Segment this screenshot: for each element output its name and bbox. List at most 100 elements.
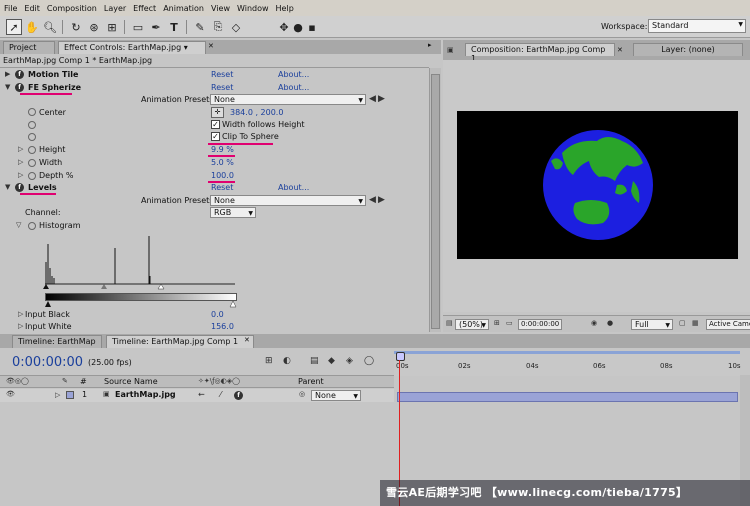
resolution-select[interactable]: Full: [631, 319, 673, 330]
reset-button[interactable]: Reset: [211, 83, 233, 92]
label-color-swatch[interactable]: [66, 391, 74, 399]
preset-prev-icon[interactable]: ◀: [369, 94, 376, 104]
text-tool-icon[interactable]: T: [166, 19, 182, 35]
pen-tool-icon[interactable]: ✒: [148, 19, 164, 35]
close-icon[interactable]: ✕: [244, 336, 250, 344]
pickwhip-icon[interactable]: ◎: [299, 390, 305, 398]
current-time-field[interactable]: 0:00:00:00: [518, 319, 562, 330]
collapse-triangle-icon[interactable]: ▽: [16, 221, 21, 229]
menu-layer[interactable]: Layer: [104, 4, 126, 13]
animation-presets-select[interactable]: None: [210, 94, 366, 105]
zoom-tool-icon[interactable]: 🔍︎: [42, 19, 58, 35]
region-of-interest-icon[interactable]: ▢: [679, 319, 686, 327]
zoom-select[interactable]: (50%): [455, 319, 489, 330]
width-value[interactable]: 5.0 %: [211, 158, 234, 167]
lock-icon[interactable]: ▣: [447, 46, 454, 54]
col-source-name[interactable]: Source Name: [104, 377, 158, 386]
always-preview-icon[interactable]: ▤: [446, 319, 453, 327]
selection-tool-icon[interactable]: ➚: [6, 19, 22, 35]
about-button[interactable]: About...: [278, 70, 309, 79]
menu-effect[interactable]: Effect: [133, 4, 156, 13]
stopwatch-icon[interactable]: [28, 133, 36, 141]
workspace-select[interactable]: Standard: [648, 19, 746, 33]
crosshair-icon[interactable]: ✛: [211, 107, 224, 118]
snapshot-icon[interactable]: ◉: [591, 319, 597, 327]
tab-timeline-earthmap[interactable]: Timeline: EarthMap: [12, 335, 102, 348]
live-update-icon[interactable]: ◐: [283, 356, 291, 366]
menu-composition[interactable]: Composition: [47, 4, 97, 13]
fx-icon[interactable]: f: [15, 83, 24, 92]
about-button[interactable]: About...: [278, 183, 309, 192]
tab-timeline-comp[interactable]: Timeline: EarthMap.jpg Comp 1: [106, 335, 254, 348]
menu-window[interactable]: Window: [237, 4, 269, 13]
menu-file[interactable]: File: [4, 4, 17, 13]
draft-3d-icon[interactable]: ▤: [310, 356, 319, 366]
reset-button[interactable]: Reset: [211, 70, 233, 79]
stopwatch-icon[interactable]: [28, 172, 36, 180]
collapse-triangle-icon[interactable]: ▼: [5, 83, 10, 91]
tab-project[interactable]: Project: [3, 41, 55, 54]
layer-row[interactable]: 👁︎ ▷ 1 ▣ EarthMap.jpg ⇜ ⁄ f ◎ None: [0, 389, 394, 402]
close-icon[interactable]: ✕: [617, 46, 623, 54]
expand-triangle-icon[interactable]: ▶: [5, 70, 10, 78]
layer-name[interactable]: EarthMap.jpg: [115, 390, 176, 399]
pan-behind-tool-icon[interactable]: ⊞: [104, 19, 120, 35]
expand-triangle-icon[interactable]: ▷: [18, 145, 23, 153]
collapse-switch-icon[interactable]: ⇜: [198, 390, 205, 399]
composition-canvas[interactable]: [457, 111, 738, 259]
depth-value[interactable]: 100.0: [211, 171, 234, 180]
frame-blending-icon[interactable]: ◈: [346, 356, 353, 366]
current-time-indicator-handle[interactable]: [396, 352, 405, 361]
stopwatch-icon[interactable]: [28, 222, 36, 230]
clone-stamp-tool-icon[interactable]: ⎘: [210, 19, 226, 35]
camera-select[interactable]: Active Camera: [706, 319, 750, 330]
menu-edit[interactable]: Edit: [24, 4, 40, 13]
channel-select[interactable]: RGB: [210, 207, 256, 218]
eraser-tool-icon[interactable]: ◇: [228, 19, 244, 35]
orbit-camera-tool-icon[interactable]: ⊛: [86, 19, 102, 35]
animation-presets-select[interactable]: None: [210, 195, 366, 206]
safe-zones-icon[interactable]: ⊞: [494, 319, 500, 327]
expand-triangle-icon[interactable]: ▷: [18, 158, 23, 166]
menu-help[interactable]: Help: [276, 4, 294, 13]
work-area-bar[interactable]: [394, 351, 740, 354]
expand-triangle-icon[interactable]: ▷: [55, 391, 60, 399]
hand-tool-icon[interactable]: ✋: [24, 19, 40, 35]
stopwatch-icon[interactable]: [28, 159, 36, 167]
panel-menu-icon[interactable]: ▸: [428, 41, 432, 49]
tab-effect-controls[interactable]: Effect Controls: EarthMap.jpg ▾: [58, 41, 206, 54]
fx-icon[interactable]: f: [15, 183, 24, 192]
stopwatch-icon[interactable]: [28, 121, 36, 129]
menu-animation[interactable]: Animation: [163, 4, 204, 13]
stopwatch-icon[interactable]: [28, 146, 36, 154]
tab-composition[interactable]: Composition: EarthMap.jpg Comp 1: [465, 43, 615, 63]
collapse-triangle-icon[interactable]: ▼: [5, 183, 10, 191]
brush-tool-icon[interactable]: ✎: [192, 19, 208, 35]
fx-icon[interactable]: f: [234, 391, 243, 400]
current-time-display[interactable]: 0:00:00:00: [12, 355, 83, 370]
input-black-value[interactable]: 0.0: [211, 310, 224, 319]
time-ruler[interactable]: 00s 02s 04s 06s 08s 10s: [394, 351, 741, 376]
comp-mini-flowchart-icon[interactable]: ⊞: [265, 356, 273, 366]
layer-duration-bar[interactable]: [397, 392, 738, 402]
menu-view[interactable]: View: [211, 4, 230, 13]
about-button[interactable]: About...: [278, 83, 309, 92]
rectangle-mask-tool-icon[interactable]: ▭: [130, 19, 146, 35]
close-icon[interactable]: ✕: [208, 42, 214, 50]
quality-switch-icon[interactable]: ⁄: [220, 390, 221, 399]
motion-blur-icon[interactable]: ◯: [364, 356, 374, 366]
height-value[interactable]: 9.9 %: [211, 145, 234, 154]
expand-triangle-icon[interactable]: ▷: [18, 310, 23, 318]
rotation-tool-icon[interactable]: ↻: [68, 19, 84, 35]
fx-icon[interactable]: f: [15, 70, 24, 79]
eye-icon[interactable]: 👁︎: [6, 390, 15, 398]
parent-select[interactable]: None: [311, 390, 361, 401]
show-channel-icon[interactable]: ●: [607, 319, 613, 327]
toggle-mask-icon[interactable]: ▭: [506, 319, 513, 327]
clip-to-sphere-checkbox[interactable]: ✓: [211, 132, 220, 141]
expand-triangle-icon[interactable]: ▷: [18, 322, 23, 330]
tab-layer[interactable]: Layer: (none): [633, 43, 743, 56]
scrollbar[interactable]: [429, 68, 441, 332]
reset-button[interactable]: Reset: [211, 183, 233, 192]
hide-shy-icon[interactable]: ◆: [328, 356, 335, 366]
